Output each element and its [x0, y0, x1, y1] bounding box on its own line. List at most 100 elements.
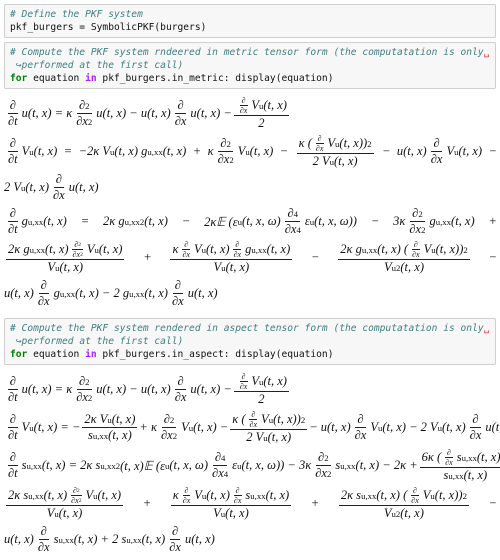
math-text: ∂x [284, 222, 297, 236]
fraction: κ ∂ ∂x Vu (t, x) ∂ ∂x s u,xx (t, x) Vu (t, x) [170, 486, 292, 521]
denominator: ∂t [6, 222, 20, 237]
math-text: (t, x) [225, 506, 249, 520]
equation-term: + [193, 144, 201, 159]
superscript: 2 [367, 138, 372, 149]
math-text: ∂x [169, 540, 181, 554]
fraction: ∂ ∂x [181, 486, 193, 505]
code-cell-define[interactable]: # Define the PKF system pkf_burgers = Sy… [4, 4, 496, 38]
math-text: 2 V [312, 154, 330, 168]
fraction: ∂ ∂x [238, 372, 250, 391]
subscript: u,xx [129, 288, 145, 299]
denominator: ∂x [429, 152, 445, 167]
equation-term: u(t, x) ∂ ∂x Vu (t, x) [397, 136, 482, 167]
math-text: (t, x) − [193, 420, 229, 434]
math-text: + [143, 250, 152, 264]
math-text: (t, x) ( [376, 488, 408, 502]
denominator: ∂x [468, 428, 484, 443]
math-text: (t, x) [400, 260, 424, 274]
math-text: ∂x [71, 496, 79, 505]
math-text: ∂ [235, 486, 240, 495]
fraction: ∂ ∂t [6, 450, 20, 481]
equation-term: ∂ ∂t g u,xx (t, x) [4, 206, 67, 237]
math-text: ∂ [446, 448, 451, 457]
code-cell-metric[interactable]: # Compute the PKF system rndeered in met… [4, 42, 496, 89]
fraction: ∂ ∂x [409, 486, 421, 505]
keyword-for: for [10, 73, 28, 84]
fraction: ∂ ∂x [232, 486, 244, 505]
numerator: ∂ [175, 374, 186, 390]
fraction: ∂ 2 ∂x 2 [74, 374, 94, 405]
math-text: (t, x) [144, 214, 168, 228]
math-text: (t, x) [333, 154, 358, 168]
equation-term: 2 Vu (t, x) ∂ ∂x u(t, x) [4, 172, 99, 203]
math-text: V [251, 98, 259, 112]
fraction: ∂ ∂x [180, 240, 192, 259]
equation-term: 2κ g u,xx (t, x) ∂ 2 ∂x 2 Vu (t, x) Vu (t, x) [4, 240, 126, 275]
equation-term: 2κ g u,xx 2 (t, x) [103, 214, 168, 229]
math-text: + [310, 496, 320, 510]
numerator: ∂ [411, 486, 419, 496]
numerator: ∂ [7, 136, 18, 152]
math-text: (t, x) [44, 242, 69, 256]
math-text: ∂ [177, 374, 184, 388]
fraction: ∂ ∂x Vu (t, x) 2 [233, 96, 289, 131]
denominator: ∂x 2 [71, 250, 85, 259]
math-text: V [194, 488, 202, 502]
fraction: 2κ Vu (t, x) s u,xx (t, x) [82, 412, 138, 443]
math-text: ∂x [239, 382, 248, 391]
math-text: ∂t [8, 152, 18, 166]
math-text: V [46, 506, 55, 520]
equation-term: 2κ s u,xx (t, x) (∂ ∂x Vu (t, x)) 2 Vu 2 (t, x… [337, 486, 471, 521]
math-text: u(t, x) − u(t, x) [96, 106, 171, 120]
math-text: ∂x [315, 466, 327, 480]
math-text: (t, x) [59, 260, 84, 274]
fraction: ∂ 4 ∂x 4 [210, 450, 230, 481]
math-text: V [85, 488, 94, 502]
math-text: u(t, x) [4, 286, 34, 300]
math-text: ∂t [8, 466, 18, 480]
math-text: u(t, x) = κ [21, 106, 73, 120]
fraction: ∂ ∂x [173, 98, 189, 129]
denominator: ∂x [167, 540, 183, 555]
math-text: (t, x) [141, 532, 166, 546]
math-text: + [192, 144, 202, 158]
equation-line: u(t, x) ∂ ∂x g u,xx (t, x) − 2 g u,xx (t, x) ∂… [4, 278, 497, 309]
math-text: (t, x) [162, 144, 187, 158]
denominator: ∂x 2 [407, 222, 427, 237]
equation-line: ∂ ∂t u(t, x) = κ ∂ 2 ∂x 2 u(t, x) − u(t, x) ∂ ∂x u… [4, 96, 497, 131]
math-text: (t, x) [225, 260, 250, 274]
math-text: ∂ [184, 240, 189, 249]
equation-term: = [81, 214, 89, 229]
code-comment: # Compute the PKF system rndeered in met… [10, 47, 484, 58]
superscript: 2 [421, 224, 426, 235]
math-text: (t, x) [451, 214, 475, 228]
code-cell-aspect[interactable]: # Compute the PKF system rendered in asp… [4, 318, 496, 365]
math-text: (t, x)𝔼 (ε [120, 458, 165, 473]
numerator: ∂ [182, 486, 191, 496]
math-text: ∂ [472, 412, 479, 426]
fraction: ∂ ∂x [443, 448, 455, 467]
math-text: ∂ [9, 98, 16, 112]
denominator: ∂t [6, 152, 20, 167]
equation-term: ∂ ∂t u(t, x) = κ ∂ 2 ∂x 2 u(t, x) − u(t, x) ∂ ∂x u… [4, 96, 291, 131]
equation-term: κ (∂ ∂x Vu (t, x)) 2 2 Vu (t, x) [295, 134, 376, 169]
math-text: V [213, 260, 222, 274]
math-text: ∂x [315, 144, 324, 153]
denominator: ∂x 4 [283, 222, 303, 237]
denominator: Vu2 (t, x) [382, 260, 426, 275]
math-text: (t, x)) [434, 488, 463, 502]
math-text: ∂x [239, 106, 248, 115]
denominator: ∂t [6, 428, 20, 443]
equation-line: ∂ ∂t Vu (t, x) = −2κ Vu (t, x) s u,xx (t, x)… [4, 410, 500, 445]
numerator: 2κ g u,xx (t, x) ∂ 2 ∂x 2 Vu (t, x) [6, 240, 125, 260]
math-text: u(t, x) [187, 286, 218, 300]
superscript: 2 [324, 452, 329, 463]
equation-term: + [143, 250, 151, 265]
math-text: u(t, x) − [190, 382, 232, 396]
math-text: (t, x) [111, 412, 136, 426]
math-text: u(t, x) = κ [21, 382, 73, 396]
math-text: (t, x)) [476, 450, 500, 464]
fraction: ∂ ∂x [51, 172, 67, 203]
math-text: ∂x [37, 540, 50, 554]
denominator: 2 Vu (t, x) [244, 430, 293, 445]
